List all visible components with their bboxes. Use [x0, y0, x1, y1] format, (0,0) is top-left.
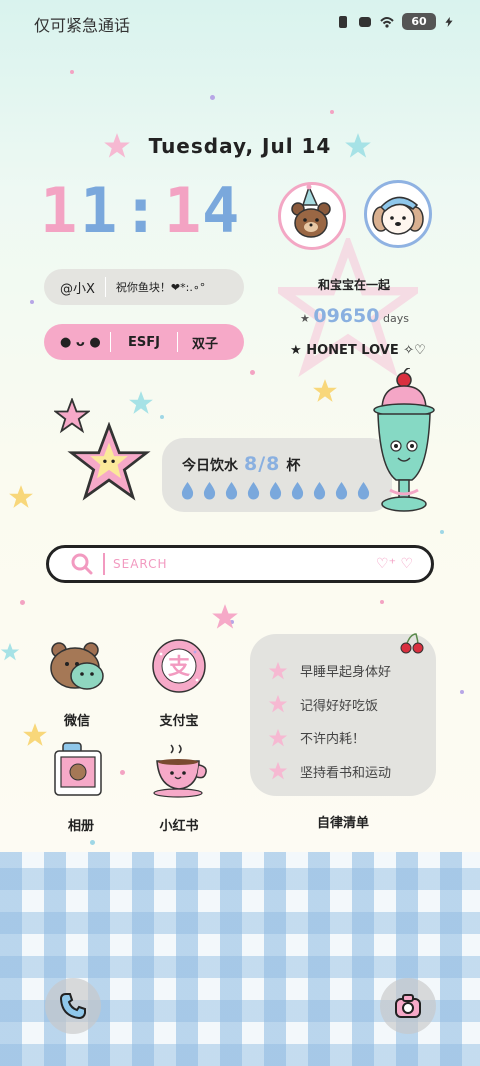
love-text: HONET LOVE [306, 343, 399, 358]
app-label: 微信 [63, 714, 90, 729]
profile-zodiac: 双子 [192, 336, 219, 352]
wechat-bear-icon [50, 642, 104, 690]
profile-name-pill[interactable]: @小X 祝你鱼块！❤*:.∘° [44, 269, 244, 305]
clock-hour-digit-2: 1 [80, 174, 118, 247]
days-count: 09650 [313, 305, 380, 327]
checklist-item-text: 早睡早起身体好 [300, 665, 392, 681]
profile-tags-pill[interactable]: ● ᴗ ● ESFJ 双子 [44, 324, 244, 360]
clock-minute-digit-1: 1 [164, 174, 202, 247]
water-intake-widget[interactable]: 今日饮水 8/8 杯 [162, 438, 392, 512]
water-count: 8/8 [244, 453, 281, 475]
pink-star-bullet-icon [268, 695, 288, 713]
teal-star-icon [129, 391, 153, 414]
clock-colon: : [122, 174, 160, 247]
charging-icon [445, 16, 453, 27]
app-label: 支付宝 [159, 714, 199, 729]
water-drop-icon [225, 482, 238, 500]
app-alipay[interactable]: 支 支付宝 [139, 636, 219, 729]
pink-star-bullet-icon [268, 762, 288, 780]
water-drop-icon [203, 482, 216, 500]
camera-icon [395, 994, 421, 1018]
together-title: 和宝宝在一起 [318, 278, 391, 292]
puppy-with-cap-icon [372, 196, 424, 235]
self-discipline-checklist-widget[interactable]: 早睡早起身体好 记得好好吃饭 不许内耗！ 坚持看书和运动 [250, 633, 436, 796]
checklist-item-text: 不许内耗！ [300, 732, 366, 748]
water-drop-icon [335, 482, 348, 500]
hearts-decoration-icon: ♡⁺ ♡ [376, 556, 413, 572]
checklist-item[interactable]: 不许内耗！ [268, 721, 391, 755]
yellow-star-icon [313, 379, 337, 402]
clock-hour-digit-1: 1 [40, 174, 78, 247]
checklist: 早睡早起身体好 记得好好吃饭 不许内耗！ 坚持看书和运动 [268, 654, 391, 788]
heart-icon: ✧♡ [403, 343, 426, 358]
coffee-cup-icon [153, 744, 207, 798]
app-xiaohongshu[interactable]: 小红书 [139, 741, 219, 834]
water-drop-icon [181, 482, 194, 500]
checklist-item-text: 记得好好吃饭 [300, 698, 379, 714]
pink-star-icon [212, 604, 238, 629]
pink-star-bullet-icon [268, 728, 288, 747]
pink-star-bullet-icon [268, 661, 288, 680]
water-drop-icon [313, 482, 326, 500]
together-days: ★ 09650 days [300, 305, 409, 327]
checklist-item[interactable]: 坚持看书和运动 [268, 755, 391, 789]
app-label: 小红书 [159, 819, 199, 834]
water-drops [180, 482, 371, 500]
avatar-puppy[interactable] [364, 180, 432, 248]
profile-mbti: ESFJ [128, 334, 160, 350]
search-icon [71, 553, 93, 575]
app-wechat[interactable]: 微信 [37, 636, 117, 729]
photo-album-icon [54, 742, 102, 796]
teal-star-icon [0, 642, 20, 661]
dock-camera-button[interactable] [380, 978, 436, 1034]
status-bar: 仅可紧急通话 60 [0, 0, 480, 44]
love-text-row: ★ HONET LOVE ✧♡ [290, 343, 426, 358]
clock-widget[interactable]: 1 1 : 1 4 [40, 176, 255, 246]
water-drop-icon [269, 482, 282, 500]
water-drop-icon [247, 482, 260, 500]
clock-minute-digit-2: 4 [202, 174, 240, 247]
water-drop-icon [291, 482, 304, 500]
ice-cream-sundae-icon [373, 368, 435, 512]
days-unit: days [382, 312, 409, 325]
battery-icon: 60 [402, 13, 436, 30]
search-bar[interactable]: ♡⁺ ♡ [46, 545, 434, 583]
yellow-star-icon [9, 485, 33, 508]
checklist-item-text: 坚持看书和运动 [300, 765, 392, 781]
search-input[interactable] [113, 557, 343, 571]
checklist-item[interactable]: 早睡早起身体好 [268, 654, 391, 688]
profile-name: @小X [60, 281, 95, 297]
checklist-item[interactable]: 记得好好吃饭 [268, 688, 391, 722]
cherries-icon [400, 633, 424, 654]
dock-phone-button[interactable] [45, 978, 101, 1034]
alipay-donut-icon: 支 [152, 639, 206, 693]
message-icon [359, 16, 371, 27]
profile-motto: 祝你鱼块！❤*:.∘° [115, 281, 206, 294]
big-cartoon-star-icon [67, 422, 151, 501]
bear-with-party-hat-icon [291, 184, 331, 238]
app-gallery[interactable]: 相册 [41, 741, 121, 834]
search-cursor-bar [103, 553, 105, 575]
app-label: 相册 [67, 819, 94, 834]
checklist-title: 自律清单 [316, 816, 369, 831]
carrier-text: 仅可紧急通话 [34, 16, 131, 35]
vibrate-icon [339, 15, 347, 28]
phone-icon [59, 993, 86, 1020]
water-label: 今日饮水 [182, 458, 238, 474]
svg-text:支: 支 [168, 655, 191, 680]
date-text: Tuesday, Jul 14 [148, 134, 332, 158]
profile-face: ● ᴗ ● [60, 334, 101, 350]
wifi-icon [380, 16, 394, 28]
water-unit: 杯 [286, 458, 301, 474]
avatar-bear[interactable] [278, 182, 346, 250]
